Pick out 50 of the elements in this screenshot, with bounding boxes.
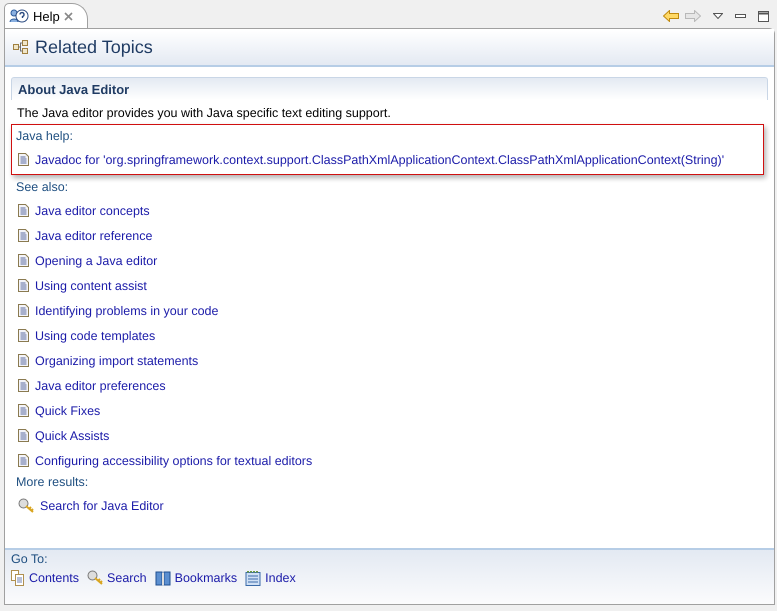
view-title: Related Topics xyxy=(35,36,153,58)
document-icon xyxy=(18,304,29,317)
document-icon xyxy=(18,329,29,342)
help-link[interactable]: Quick Assists xyxy=(35,428,110,442)
help-link[interactable]: Java editor reference xyxy=(35,228,152,242)
help-link[interactable]: Search for Java Editor xyxy=(40,498,164,512)
go-to-label: Go To: xyxy=(11,552,49,566)
document-icon xyxy=(18,379,29,392)
document-icon xyxy=(18,454,29,467)
help-link[interactable]: Quick Fixes xyxy=(35,404,100,418)
document-icon xyxy=(18,404,29,417)
group-label: See also: xyxy=(16,179,70,196)
view-menu-icon[interactable] xyxy=(713,13,723,19)
back-arrow-icon[interactable] xyxy=(663,10,679,22)
go-to-link[interactable]: Search xyxy=(107,571,147,585)
maximize-icon[interactable] xyxy=(758,10,769,22)
help-link[interactable]: Java editor preferences xyxy=(35,378,166,392)
key-icon xyxy=(87,570,104,586)
go-to-link[interactable]: Contents xyxy=(29,571,80,585)
go-to-link[interactable]: Index xyxy=(265,571,296,585)
document-icon xyxy=(18,279,29,292)
pages-icon xyxy=(11,570,25,586)
document-icon xyxy=(18,354,29,367)
help-link[interactable]: Identifying problems in your code xyxy=(35,304,218,318)
go-to-link[interactable]: Bookmarks xyxy=(174,571,238,585)
minimize-icon[interactable] xyxy=(735,14,746,18)
help-link[interactable]: Organizing import statements xyxy=(35,354,198,368)
document-icon xyxy=(18,229,29,242)
document-icon xyxy=(18,204,29,217)
section-title: About Java Editor xyxy=(18,82,130,96)
key-icon xyxy=(18,498,34,514)
help-link[interactable]: Using code templates xyxy=(35,328,156,342)
related-topics-icon xyxy=(13,40,29,54)
index-icon xyxy=(245,570,262,586)
tab-title: Help xyxy=(33,8,60,24)
help-tab[interactable]: Help xyxy=(4,3,88,28)
help-link[interactable]: Javadoc for 'org.springframework.context.support.ClassPathXmlApplicationContext.ClassPathXmlApplicationContext(String)' xyxy=(35,152,724,166)
group-label: Java help: xyxy=(16,128,74,145)
help-link[interactable]: Opening a Java editor xyxy=(35,254,158,268)
document-icon xyxy=(18,254,29,267)
close-icon[interactable] xyxy=(64,12,73,20)
help-link[interactable]: Java editor concepts xyxy=(35,204,150,218)
document-icon xyxy=(18,429,29,442)
description-text: The Java editor provides you with Java specific text editing support. xyxy=(17,106,392,120)
help-link[interactable]: Using content assist xyxy=(35,278,147,292)
document-icon xyxy=(18,153,29,166)
book-icon xyxy=(154,570,171,586)
group-label: More results: xyxy=(16,474,90,491)
help-icon xyxy=(9,9,29,23)
help-link[interactable]: Configuring accessibility options for textual editors xyxy=(35,454,312,468)
